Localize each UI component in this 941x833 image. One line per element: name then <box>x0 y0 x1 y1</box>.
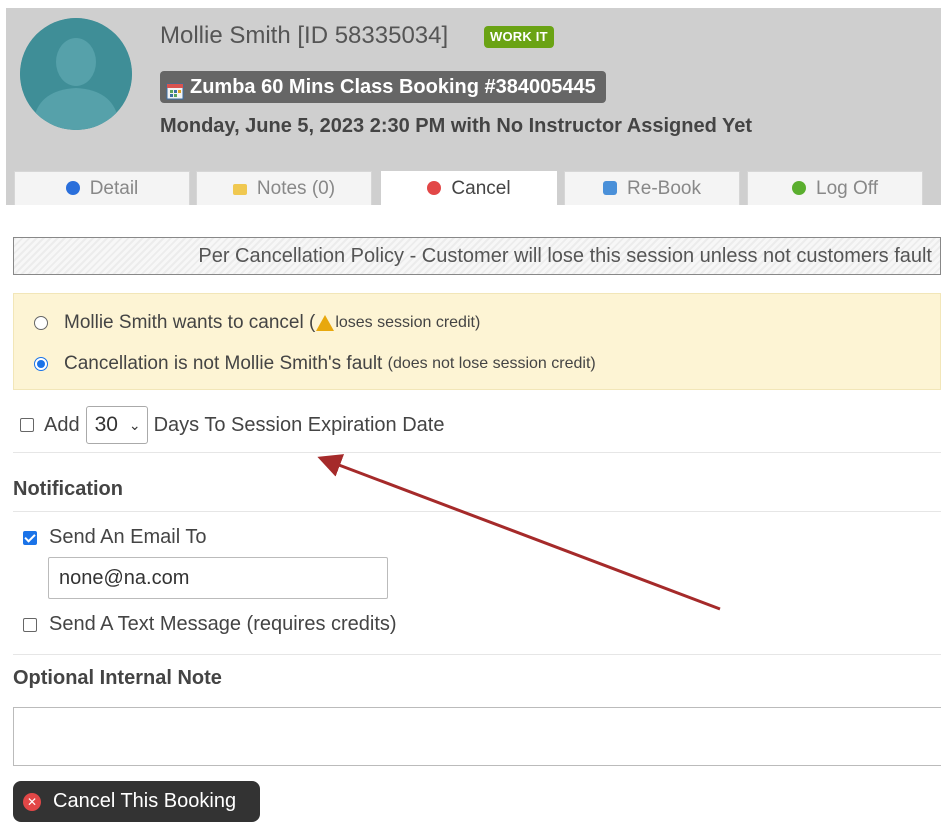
option-label: Mollie Smith wants to cancel ( <box>64 312 316 333</box>
cancel-booking-label: Cancel This Booking <box>53 790 237 812</box>
info-icon <box>65 181 80 195</box>
close-icon: ✕ <box>23 792 41 811</box>
send-text-row: Send A Text Message (requires credits) <box>23 613 397 636</box>
calendar-icon <box>166 78 184 100</box>
tab-label: Notes (0) <box>256 178 336 199</box>
days-suffix: Days To Session Expiration Date <box>153 413 445 436</box>
warning-icon <box>316 315 335 331</box>
booking-datetime: Monday, June 5, 2023 2:30 PM with No Ins… <box>160 115 753 137</box>
email-field[interactable]: none@na.com <box>48 557 388 599</box>
tab-label: Re-Book <box>627 178 701 199</box>
days-value: 30 <box>94 413 118 436</box>
send-email-label: Send An Email To <box>49 526 207 548</box>
tab-detail[interactable]: Detail <box>14 171 190 205</box>
person-silhouette-icon <box>20 18 132 130</box>
send-text-label: Send A Text Message (requires credits) <box>49 613 397 635</box>
radio-not-fault[interactable] <box>34 357 48 371</box>
add-label: Add <box>44 413 80 436</box>
divider <box>13 654 941 655</box>
tab-logoff[interactable]: Log Off <box>747 171 923 205</box>
tab-notes[interactable]: Notes (0) <box>196 171 372 205</box>
check-icon <box>792 181 806 195</box>
cancel-icon <box>427 181 442 195</box>
option-note: loses session credit) <box>335 314 481 331</box>
booking-title: Zumba 60 Mins Class Booking #384005445 <box>160 71 606 103</box>
note-icon <box>232 184 247 195</box>
divider <box>13 452 941 453</box>
option-customer-cancel[interactable]: Mollie Smith wants to cancel ( loses sess… <box>34 312 480 334</box>
days-select[interactable]: 30 ⌄ <box>85 406 148 444</box>
tab-bar: Detail Notes (0) Cancel Re-Book Log Off <box>14 171 941 206</box>
cancellation-options: Mollie Smith wants to cancel ( loses sess… <box>13 293 941 390</box>
send-email-checkbox[interactable] <box>23 530 37 545</box>
tab-rebook[interactable]: Re-Book <box>564 171 740 205</box>
notification-title: Notification <box>13 478 123 500</box>
cancellation-policy-bar: Per Cancellation Policy - Customer will … <box>13 237 941 275</box>
cancel-booking-button[interactable]: ✕ Cancel This Booking <box>13 781 260 822</box>
booking-title-text: Zumba 60 Mins Class Booking #384005445 <box>190 76 596 98</box>
avatar <box>20 18 132 130</box>
divider <box>13 511 941 512</box>
option-note: (does not lose session credit) <box>387 355 596 372</box>
booking-panel: Mollie Smith [ID 58335034] WORK IT Zumba… <box>6 8 941 833</box>
send-text-checkbox[interactable] <box>23 617 37 632</box>
work-it-badge[interactable]: WORK IT <box>484 26 554 48</box>
rebook-icon <box>603 181 618 195</box>
booking-header: Mollie Smith [ID 58335034] WORK IT Zumba… <box>6 8 941 206</box>
tab-label: Detail <box>89 178 139 199</box>
tab-label: Log Off <box>816 178 878 199</box>
expiration-extension-row: Add 30 ⌄ Days To Session Expiration Date <box>20 406 444 444</box>
internal-note-textarea[interactable] <box>13 707 941 766</box>
radio-customer-cancel[interactable] <box>34 316 48 330</box>
send-email-row: Send An Email To <box>23 526 207 549</box>
tab-cancel[interactable]: Cancel <box>381 171 557 206</box>
chevron-down-icon: ⌄ <box>128 417 141 433</box>
tab-label: Cancel <box>451 178 511 199</box>
option-label: Cancellation is not Mollie Smith's fault <box>64 353 383 374</box>
customer-name: Mollie Smith [ID 58335034] <box>160 22 449 49</box>
option-not-fault[interactable]: Cancellation is not Mollie Smith's fault… <box>34 353 596 375</box>
add-days-checkbox[interactable] <box>20 418 34 432</box>
internal-note-title: Optional Internal Note <box>13 667 222 689</box>
